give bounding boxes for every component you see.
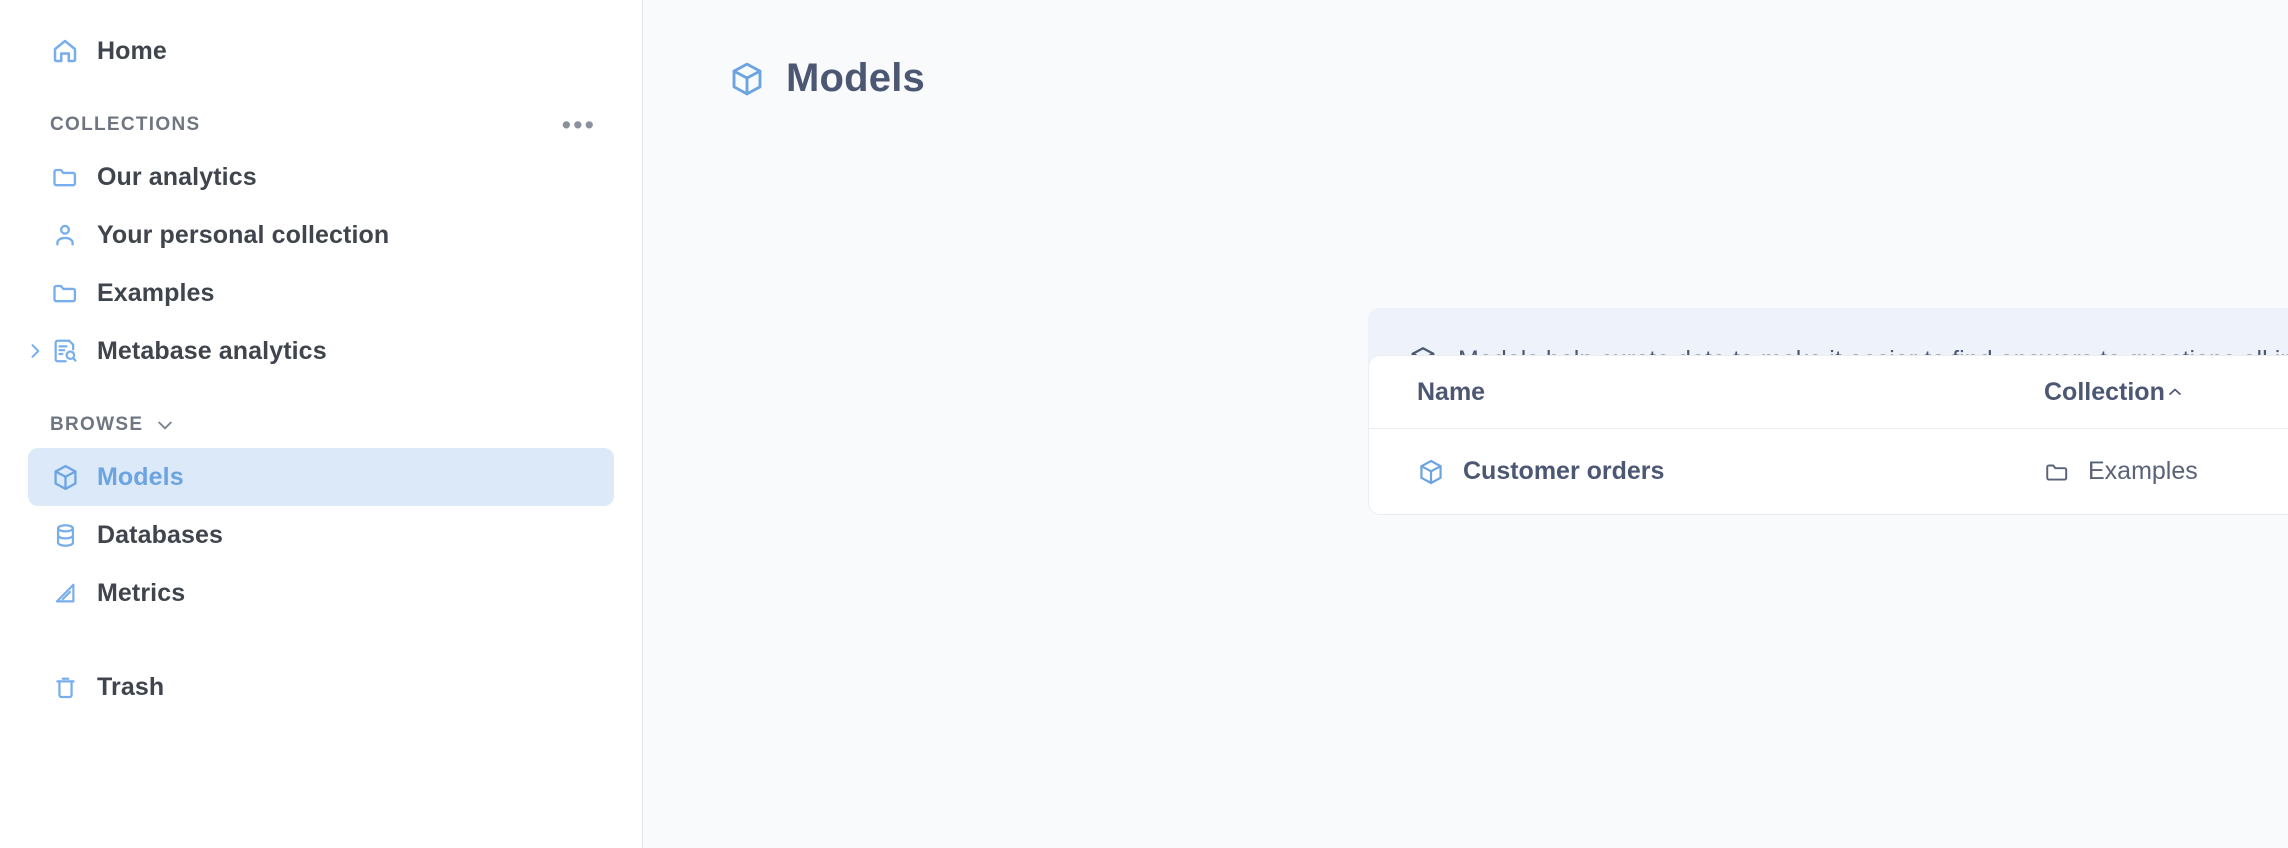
sidebar-item-label: Databases bbox=[97, 521, 223, 550]
column-header-name: Name bbox=[1417, 378, 1485, 407]
sidebar-item-label: Metabase analytics bbox=[97, 337, 327, 366]
table-header-cell-name[interactable]: Name bbox=[1369, 378, 2044, 407]
sidebar-item-metrics[interactable]: Metrics bbox=[28, 564, 614, 622]
sidebar-item-examples[interactable]: Examples bbox=[28, 264, 614, 322]
table-header-row: Name Collection Description bbox=[1369, 356, 2288, 429]
table-cell-name[interactable]: Customer orders bbox=[1369, 457, 2044, 486]
browse-section-title: BROWSE bbox=[50, 414, 143, 436]
sidebar-item-databases[interactable]: Databases bbox=[28, 506, 614, 564]
browse-section-header[interactable]: BROWSE bbox=[28, 402, 614, 448]
chevron-up-icon bbox=[2165, 382, 2185, 402]
table-cell-collection[interactable]: Examples bbox=[2044, 457, 2288, 486]
database-icon bbox=[50, 520, 80, 550]
model-cube-icon bbox=[1417, 458, 1445, 486]
sidebar-item-label: Examples bbox=[97, 279, 215, 308]
document-search-icon bbox=[50, 336, 80, 366]
sidebar-item-your-personal-collection[interactable]: Your personal collection bbox=[28, 206, 614, 264]
main-content: Models Models help curate data to make i… bbox=[643, 0, 2288, 848]
column-header-collection: Collection bbox=[2044, 378, 2165, 407]
folder-icon bbox=[2044, 459, 2070, 485]
sidebar-item-label: Our analytics bbox=[97, 163, 257, 192]
sidebar-item-label: Models bbox=[97, 463, 184, 492]
table-row[interactable]: Customer orders Examples A model bbox=[1369, 429, 2288, 514]
page-title: Models bbox=[786, 56, 925, 101]
sidebar-item-label: Metrics bbox=[97, 579, 185, 608]
sidebar-item-home[interactable]: Home bbox=[28, 22, 614, 80]
metric-ruler-icon bbox=[50, 578, 80, 608]
sidebar: Home COLLECTIONS ••• Our analytics Your … bbox=[0, 0, 643, 848]
person-icon bbox=[50, 220, 80, 250]
model-name-link[interactable]: Customer orders bbox=[1463, 457, 1664, 486]
collections-section-title: COLLECTIONS bbox=[50, 114, 200, 136]
home-icon bbox=[50, 36, 80, 66]
collections-section-header: COLLECTIONS ••• bbox=[28, 102, 614, 148]
chevron-down-icon[interactable] bbox=[155, 415, 175, 435]
page-header: Models bbox=[643, 0, 2288, 101]
sidebar-item-label: Home bbox=[97, 37, 167, 66]
sidebar-item-trash[interactable]: Trash bbox=[28, 658, 614, 716]
sidebar-spacer bbox=[0, 622, 642, 658]
models-table: Name Collection Description bbox=[1368, 355, 2288, 515]
sidebar-item-label: Trash bbox=[97, 673, 164, 702]
sidebar-item-our-analytics[interactable]: Our analytics bbox=[28, 148, 614, 206]
folder-icon bbox=[50, 162, 80, 192]
table-header-cell-collection[interactable]: Collection bbox=[2044, 378, 2288, 407]
sidebar-item-metabase-analytics[interactable]: Metabase analytics bbox=[28, 322, 614, 380]
model-cube-icon bbox=[50, 462, 80, 492]
sidebar-item-models[interactable]: Models bbox=[28, 448, 614, 506]
chevron-right-icon[interactable] bbox=[24, 340, 46, 362]
sidebar-item-label: Your personal collection bbox=[97, 221, 389, 250]
folder-icon bbox=[50, 278, 80, 308]
model-cube-icon bbox=[728, 60, 766, 98]
app-root: Home COLLECTIONS ••• Our analytics Your … bbox=[0, 0, 2288, 848]
collections-more-icon[interactable]: ••• bbox=[562, 120, 596, 130]
trash-icon bbox=[50, 672, 80, 702]
collection-name-link[interactable]: Examples bbox=[2088, 457, 2198, 486]
